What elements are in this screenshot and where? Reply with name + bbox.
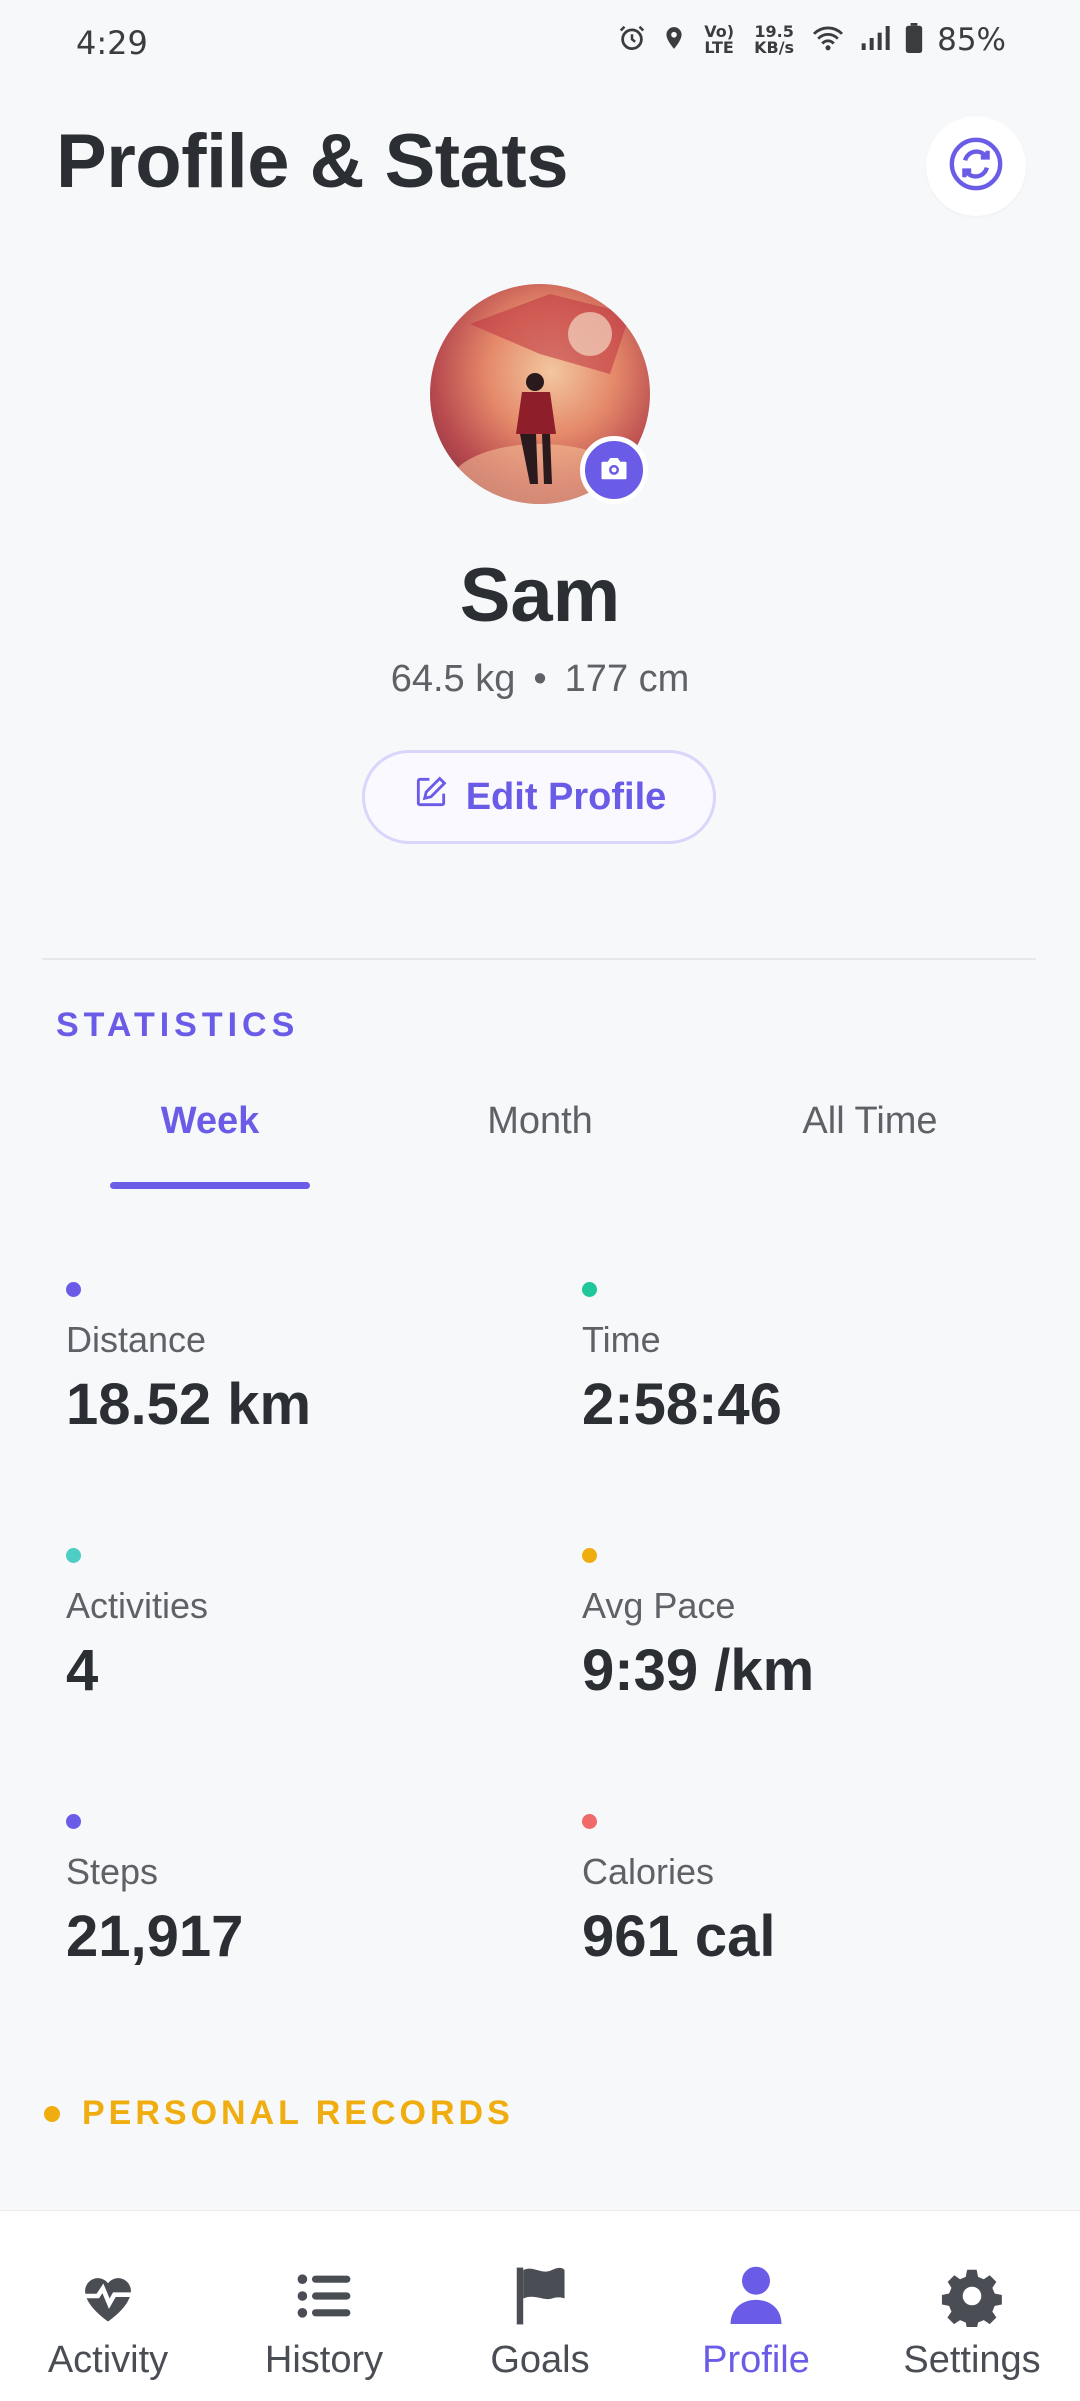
personal-records-label: PERSONAL RECORDS (82, 2094, 514, 2132)
status-bar: 4:29 Vo) LTE 19.5 KB/s 85% (0, 0, 1080, 90)
location-icon (661, 23, 687, 57)
stat-label: Activities (66, 1585, 209, 1626)
stat-label: Time (582, 1319, 661, 1360)
nav-label: Profile (702, 2339, 810, 2381)
tab-month[interactable]: Month (375, 1100, 705, 1143)
stat-dot (582, 1814, 597, 1829)
nav-label: Settings (903, 2339, 1041, 2381)
stat-steps: Steps 21,917 (66, 1814, 546, 1970)
stat-dot (582, 1282, 597, 1297)
stat-value: 18.52 km (66, 1372, 312, 1437)
profile-weight: 64.5 kg (390, 658, 516, 700)
signal-icon (859, 24, 891, 56)
personal-records-heading: PERSONAL RECORDS (44, 2094, 514, 2133)
stat-avg-pace: Avg Pace 9:39 /km (582, 1548, 1062, 1704)
stat-value: 961 cal (582, 1904, 776, 1969)
edit-profile-button[interactable]: Edit Profile (362, 750, 716, 844)
nav-label: Activity (47, 2339, 169, 2381)
tab-all-time[interactable]: All Time (705, 1100, 1035, 1143)
section-dot (44, 2105, 60, 2122)
nav-profile[interactable]: Profile (648, 2211, 864, 2401)
period-tabs: Week Month All Time (42, 1100, 1038, 1200)
profile-name: Sam (459, 553, 621, 638)
stat-label: Calories (582, 1851, 715, 1892)
page-title: Profile & Stats (56, 119, 568, 204)
nav-label: History (264, 2339, 384, 2381)
status-time: 4:29 (76, 24, 148, 62)
stat-value: 21,917 (66, 1904, 244, 1969)
stat-value: 4 (66, 1638, 99, 1703)
alarm-icon (617, 23, 647, 57)
edit-icon (412, 773, 450, 821)
bottom-nav: Activity History Goals Profile Settings (0, 2210, 1080, 2401)
profile-height: 177 cm (564, 658, 690, 700)
nav-label: Goals (490, 2339, 590, 2381)
stat-distance: Distance 18.52 km (66, 1282, 546, 1438)
status-icons: Vo) LTE 19.5 KB/s 85% (617, 22, 1006, 58)
stat-label: Avg Pace (582, 1585, 736, 1626)
stat-label: Distance (66, 1319, 207, 1360)
refresh-button[interactable] (926, 116, 1026, 216)
stat-dot (66, 1814, 81, 1829)
flag-icon (513, 2261, 567, 2331)
refresh-icon (947, 135, 1005, 198)
volte-indicator: Vo) LTE (704, 22, 734, 57)
nav-settings[interactable]: Settings (864, 2211, 1080, 2401)
network-speed: 19.5 KB/s (754, 22, 795, 57)
stat-time: Time 2:58:46 (582, 1282, 1062, 1438)
edit-profile-label: Edit Profile (465, 775, 667, 818)
tab-week[interactable]: Week (45, 1100, 375, 1143)
profile-metrics: 64.5 kg • 177 cm (0, 658, 1080, 701)
stat-label: Steps (66, 1851, 159, 1892)
stat-dot (582, 1548, 597, 1563)
stat-dot (66, 1548, 81, 1563)
camera-icon (599, 455, 629, 486)
stat-value: 2:58:46 (582, 1372, 782, 1437)
nav-activity[interactable]: Activity (0, 2211, 216, 2401)
wifi-icon (811, 24, 845, 56)
battery-icon (905, 23, 923, 57)
nav-history[interactable]: History (216, 2211, 432, 2401)
change-photo-button[interactable] (580, 436, 648, 504)
stat-value: 9:39 /km (582, 1638, 815, 1703)
section-divider (42, 958, 1036, 960)
statistics-heading: STATISTICS (56, 1006, 300, 1044)
active-tab-indicator (110, 1182, 310, 1189)
metric-separator: • (533, 658, 547, 700)
stat-dot (66, 1282, 81, 1297)
nav-goals[interactable]: Goals (432, 2211, 648, 2401)
stat-activities: Activities 4 (66, 1548, 546, 1704)
stat-calories: Calories 961 cal (582, 1814, 1062, 1970)
battery-percent: 85% (937, 22, 1006, 58)
gear-icon (941, 2261, 1003, 2331)
person-icon (728, 2261, 784, 2331)
heart-pulse-icon (77, 2261, 139, 2331)
list-icon (294, 2261, 354, 2331)
